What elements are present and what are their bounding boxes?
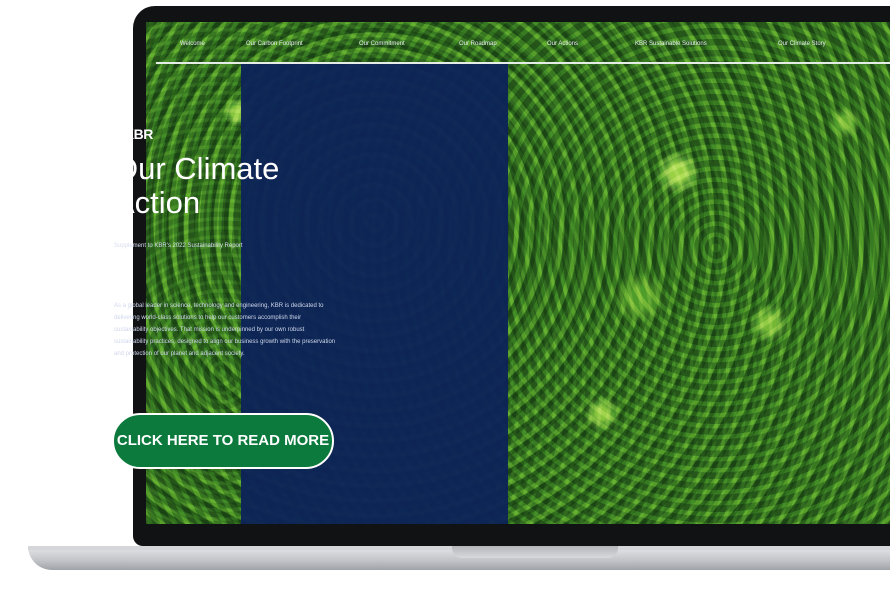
nav-item-commitment[interactable]: Our Commitment [359, 41, 405, 47]
kbr-logo-mark-icon [112, 126, 125, 139]
kbr-logo-text: KBR [124, 126, 153, 142]
top-navigation: Welcome Our Carbon Footprint Our Commitm… [146, 36, 890, 58]
nav-item-sustainable-solutions[interactable]: KBR Sustainable Solutions [635, 41, 707, 47]
read-more-button-label: CLICK HERE TO READ MORE [116, 432, 330, 449]
nav-item-actions[interactable]: Our Actions [547, 41, 578, 47]
hero-title: Our Climate Action [114, 151, 280, 220]
nav-item-roadmap[interactable]: Our Roadmap [459, 41, 497, 47]
nav-item-welcome[interactable]: Welcome [180, 41, 205, 47]
nav-item-carbon-footprint[interactable]: Our Carbon Footprint [246, 41, 303, 47]
laptop-notch [452, 546, 618, 558]
kbr-logo[interactable]: KBR [112, 126, 153, 142]
hero-body-text: As a global leader in science, technolog… [114, 303, 336, 357]
read-more-button[interactable]: CLICK HERE TO READ MORE [112, 413, 334, 469]
nav-item-climate-story[interactable]: Our Climate Story [778, 41, 826, 47]
hero-subtitle: Supplement to KBR's 2022 Sustainability … [114, 243, 243, 249]
